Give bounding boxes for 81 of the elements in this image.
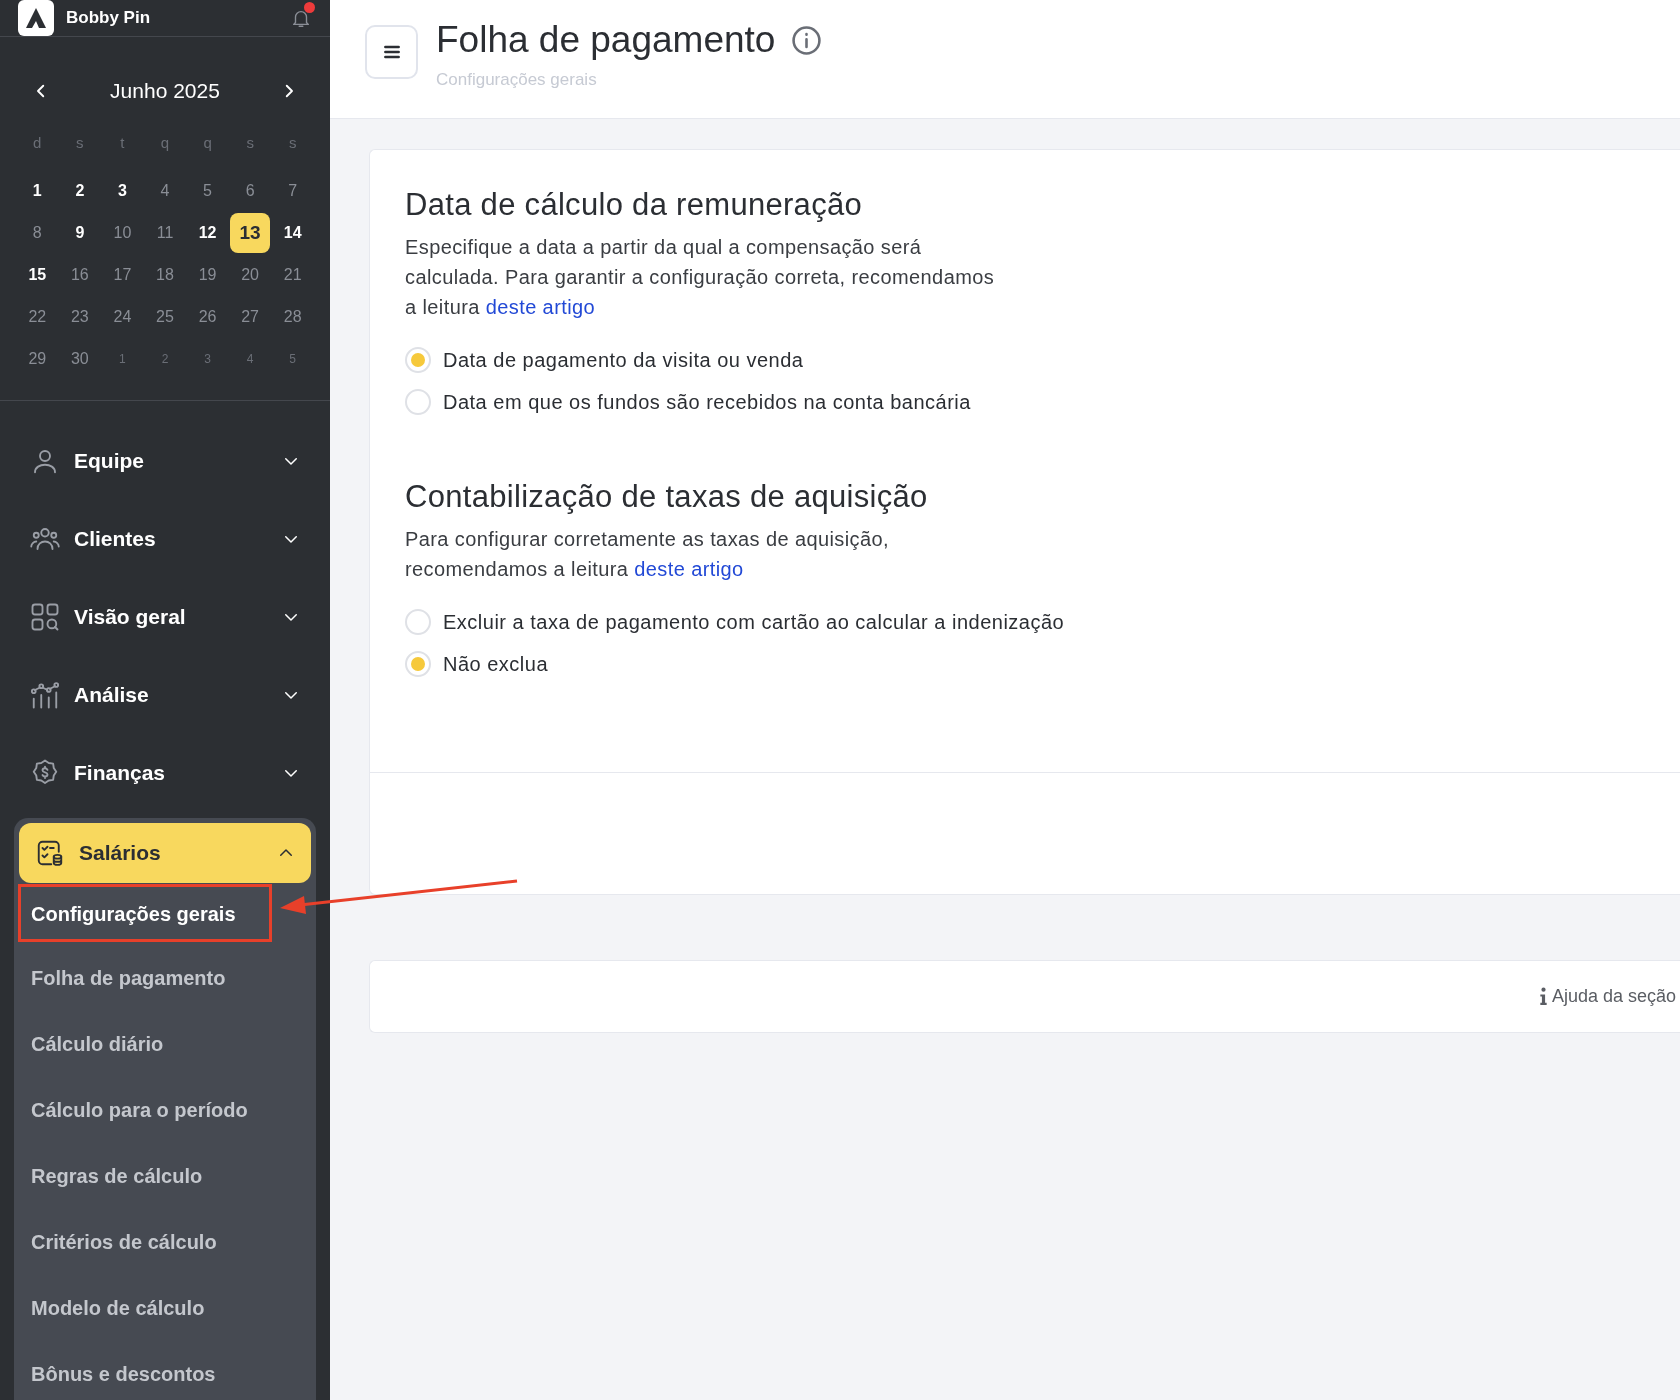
section-title: Data de cálculo da remuneração [405, 186, 864, 224]
calendar-day[interactable]: 23 [59, 297, 100, 337]
calendar-day[interactable]: 25 [145, 297, 185, 337]
calendar-day[interactable]: 15 [17, 255, 58, 295]
submenu-item[interactable]: Folha de pagamento [19, 945, 311, 1011]
calendar-day[interactable]: 26 [187, 297, 228, 337]
nav-item[interactable]: Finanças [14, 743, 316, 803]
nav-item[interactable]: Clientes [14, 509, 316, 569]
radio-option[interactable]: Data de pagamento da visita ou venda [405, 342, 1645, 378]
checklist-coins-icon [35, 838, 65, 868]
nav-item[interactable]: Visão geral [14, 587, 316, 647]
info-icon[interactable] [791, 24, 823, 56]
calendar-day[interactable]: 14 [272, 213, 313, 253]
radio-button[interactable] [405, 347, 431, 373]
section-title: Contabilização de taxas de aquisição [405, 478, 929, 516]
calendar-day[interactable]: 30 [59, 339, 100, 379]
calendar-day[interactable]: 7 [272, 171, 313, 211]
calendar-day[interactable]: 6 [230, 171, 271, 211]
submenu-item[interactable]: Cálculo diário [19, 1011, 311, 1077]
calendar-day[interactable]: 9 [59, 213, 100, 253]
weekday-label: d [33, 132, 42, 153]
radio-button[interactable] [405, 651, 431, 677]
article-link[interactable]: deste artigo [485, 296, 596, 318]
submenu-item[interactable]: Cálculo para o período [19, 1077, 311, 1143]
calendar-day[interactable]: 5 [272, 339, 313, 379]
calendar-day[interactable]: 3 [187, 339, 228, 379]
weekday-label: t [120, 132, 125, 153]
weekday-label: q [160, 132, 170, 153]
radio-option[interactable]: Não exclua [405, 646, 1645, 682]
calendar-day[interactable]: 27 [230, 297, 271, 337]
calendar-day[interactable]: 18 [145, 255, 185, 295]
radio-option[interactable]: Excluir a taxa de pagamento com cartão ao calcular a indenização [405, 604, 1645, 640]
page-title: Folha de pagamento [436, 18, 776, 62]
submenu-item[interactable]: Critérios de cálculo [19, 1209, 311, 1275]
calendar-day[interactable]: 16 [59, 255, 100, 295]
calendar-day[interactable]: 13 [230, 213, 271, 253]
calendar-day[interactable]: 4 [145, 171, 185, 211]
calendar-day[interactable]: 5 [187, 171, 228, 211]
nav-item[interactable]: Equipe [14, 431, 316, 491]
chart-icon [30, 680, 60, 710]
section-description: Para configurar corretamente as taxas de aquisição, recomendamos a leitura deste artigo [405, 527, 890, 582]
calendar-day[interactable]: 8 [17, 213, 58, 253]
calendar-day[interactable]: 28 [272, 297, 313, 337]
app-logo[interactable] [18, 0, 54, 36]
submenu-item[interactable]: Configurações gerais [19, 883, 311, 945]
article-link[interactable]: deste artigo [634, 558, 744, 580]
calendar-day[interactable]: 11 [145, 213, 185, 253]
calendar-day[interactable]: 2 [59, 171, 100, 211]
calendar-day[interactable]: 12 [187, 213, 228, 253]
page-subtitle: Configurações gerais [436, 69, 598, 91]
calendar-day[interactable]: 3 [102, 171, 143, 211]
weekday-label: s [246, 132, 254, 153]
weekday-label: q [203, 132, 212, 153]
radio-option[interactable]: Data em que os fundos são recebidos na conta bancária [405, 384, 1645, 420]
user-name: Bobby Pin [66, 7, 152, 30]
section-help-link[interactable]: Ajuda da seção [1538, 983, 1676, 1010]
calendar-month: Junho 2025 [110, 78, 220, 105]
radio-button[interactable] [405, 609, 431, 635]
calendar-day[interactable]: 17 [102, 255, 143, 295]
calendar-day[interactable]: 1 [17, 171, 58, 211]
calendar-day[interactable]: 29 [17, 339, 58, 379]
calendar-day[interactable]: 19 [187, 255, 228, 295]
calendar-day[interactable]: 20 [230, 255, 271, 295]
nav-item[interactable]: Análise [14, 665, 316, 725]
calendar-day[interactable]: 24 [102, 297, 143, 337]
menu-button[interactable] [365, 25, 418, 79]
radio-button[interactable] [405, 389, 431, 415]
submenu-item[interactable]: Bônus e descontos [19, 1341, 311, 1400]
weekday-label: s [76, 132, 84, 153]
calendar-day[interactable]: 10 [102, 213, 143, 253]
calendar-day[interactable]: 22 [17, 297, 58, 337]
submenu-item[interactable]: Modelo de cálculo [19, 1275, 311, 1341]
nav-item[interactable]: Salários [19, 823, 311, 883]
section-description: Especifique a data a partir da qual a compensação será calculada. Para garantir a configuração correta, recomendamos a leitura deste artigo [405, 235, 995, 320]
calendar-day[interactable]: 2 [145, 339, 185, 379]
submenu-item[interactable]: Regras de cálculo [19, 1143, 311, 1209]
calendar-day[interactable]: 21 [272, 255, 313, 295]
grid-search-icon [30, 602, 60, 632]
calendar-day[interactable]: 4 [230, 339, 271, 379]
weekday-label: s [288, 132, 297, 153]
info-icon [1538, 987, 1548, 1006]
